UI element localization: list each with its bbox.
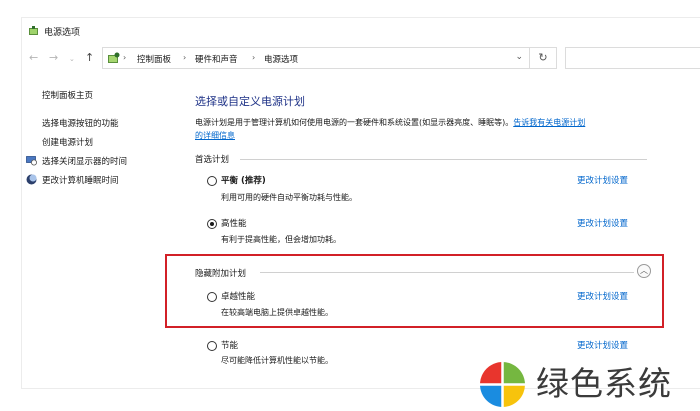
plan-desc-high-performance: 有利于提高性能，但会增加功耗。 — [221, 235, 341, 244]
radio-power-saver[interactable] — [207, 341, 217, 351]
red-highlight-box — [165, 254, 664, 328]
control-panel-icon — [108, 52, 120, 63]
up-arrow-icon[interactable]: ↑ — [85, 52, 94, 63]
breadcrumb-separator-icon: › — [183, 53, 187, 62]
window-title: 电源选项 — [44, 28, 81, 38]
sidebar-link-power-button[interactable]: 选择电源按钮的功能 — [42, 117, 119, 129]
title-bar: 电源选项 — [22, 18, 700, 44]
breadcrumb-power-options[interactable]: 电源选项 — [264, 53, 298, 65]
forward-arrow-icon[interactable]: → — [49, 52, 58, 63]
windows-logo-icon — [478, 360, 527, 409]
breadcrumb-hardware-sound[interactable]: 硬件和声音 — [195, 53, 238, 65]
recent-dropdown-icon[interactable]: ⌄ — [69, 54, 75, 65]
back-arrow-icon[interactable]: ← — [29, 52, 38, 63]
navigation-bar: ← → ⌄ ↑ › 控制面板 › 硬件和声音 › 电源选项 ⌄ ↻ — [22, 44, 700, 72]
help-link-part2[interactable]: 的详细信息 — [195, 131, 235, 140]
plan-desc-power-saver: 尽可能降低计算机性能以节能。 — [221, 356, 333, 365]
sidebar-home-link[interactable]: 控制面板主页 — [42, 89, 93, 101]
breadcrumb-separator-icon: › — [252, 53, 256, 62]
monitor-clock-icon — [26, 156, 37, 166]
plan-name-high-performance[interactable]: 高性能 — [221, 217, 247, 229]
address-box[interactable]: › 控制面板 › 硬件和声音 › 电源选项 ⌄ — [102, 47, 530, 69]
help-link-part1[interactable]: 告诉我有关电源计划 — [513, 118, 585, 127]
change-settings-link-high-performance[interactable]: 更改计划设置 — [577, 217, 628, 229]
page-title: 选择或自定义电源计划 — [195, 95, 305, 108]
watermark-text: 绿色系统 — [536, 364, 672, 403]
refresh-icon: ↻ — [538, 51, 548, 64]
address-dropdown-icon[interactable]: ⌄ — [515, 52, 523, 62]
refresh-button[interactable]: ↻ — [530, 47, 557, 69]
breadcrumb-control-panel[interactable]: 控制面板 — [137, 53, 171, 65]
plan-name-balanced[interactable]: 平衡 (推荐) — [221, 174, 266, 186]
power-options-window: 电源选项 ← → ⌄ ↑ › 控制面板 › 硬件和声音 › 电源选项 ⌄ ↻ 控… — [22, 18, 700, 388]
radio-balanced[interactable] — [207, 176, 217, 186]
change-settings-link-balanced[interactable]: 更改计划设置 — [577, 174, 628, 186]
radio-high-performance[interactable] — [207, 219, 217, 229]
sidebar-link-display-off[interactable]: 选择关闭显示器的时间 — [42, 155, 127, 167]
watermark: 绿色系统 — [478, 360, 700, 411]
breadcrumb-separator-icon: › — [123, 53, 127, 62]
sidebar-link-sleep-time[interactable]: 更改计算机睡眠时间 — [42, 174, 119, 186]
plan-name-power-saver[interactable]: 节能 — [221, 339, 238, 351]
sidebar-link-create-plan[interactable]: 创建电源计划 — [42, 136, 93, 148]
plan-desc-balanced: 利用可用的硬件自动平衡功耗与性能。 — [221, 193, 357, 202]
change-settings-link-power-saver[interactable]: 更改计划设置 — [577, 339, 628, 351]
power-options-app-icon — [29, 26, 38, 35]
preferred-plans-label: 首选计划 — [195, 155, 230, 165]
search-input[interactable] — [565, 47, 700, 69]
description-text: 电源计划是用于管理计算机如何使用电源的一套硬件和系统设置(如显示器亮度、睡眠等)… — [195, 118, 514, 127]
preferred-plans-divider — [240, 159, 647, 160]
page-description: 电源计划是用于管理计算机如何使用电源的一套硬件和系统设置(如显示器亮度、睡眠等)… — [195, 116, 675, 142]
sleep-moon-icon — [26, 174, 37, 185]
